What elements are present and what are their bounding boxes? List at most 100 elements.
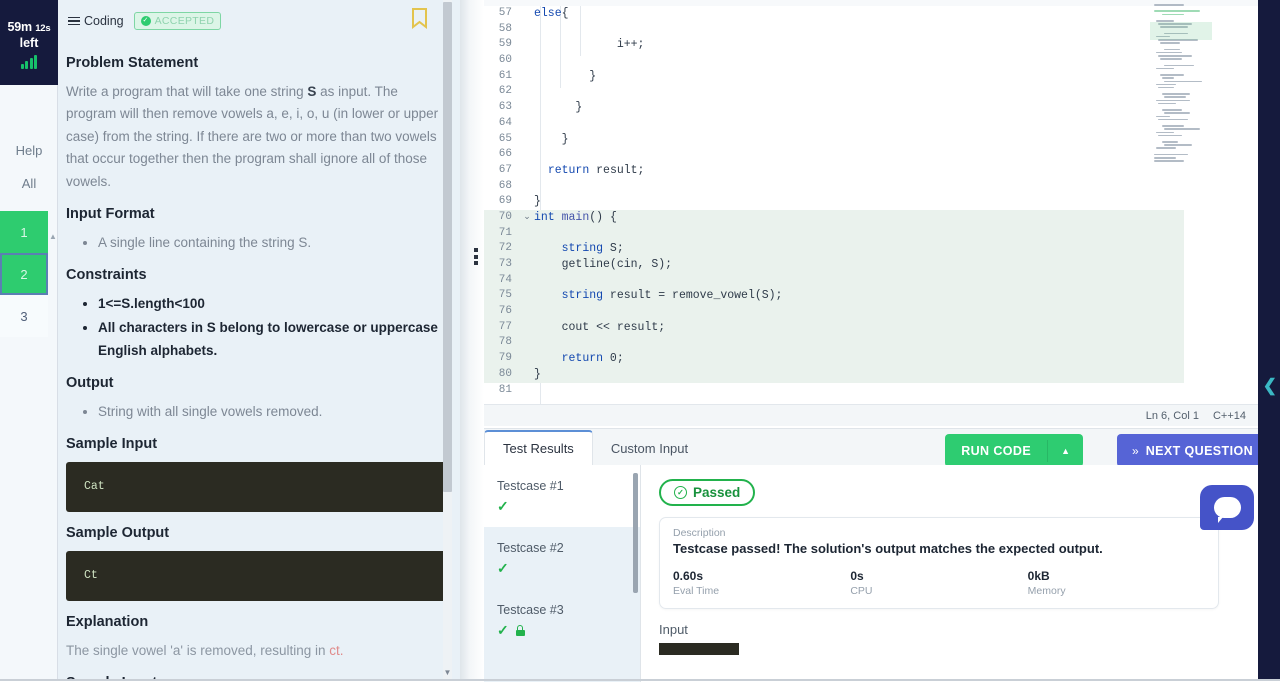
output-list: String with all single vowels removed. <box>66 401 446 424</box>
tab-custom-input[interactable]: Custom Input <box>593 432 706 465</box>
input-value-box <box>659 643 739 655</box>
left-rail: 59m 12s left Help All 1 2 3 ▲ <box>0 0 58 681</box>
code-line[interactable]: 66 <box>484 147 1184 163</box>
language-indicator[interactable]: C++14 <box>1213 410 1246 422</box>
all-filter-link[interactable]: All <box>0 170 58 197</box>
code-line[interactable]: 63 } <box>484 100 1184 116</box>
question-button-1[interactable]: 1 <box>0 211 48 253</box>
code-line[interactable]: 74 <box>484 272 1184 289</box>
cursor-position[interactable]: Ln 6, Col 1 <box>1146 410 1199 422</box>
testcase-scrollbar-thumb[interactable] <box>633 473 638 593</box>
code-text: } <box>534 69 597 83</box>
heading-sample-output-1: Sample Output <box>66 525 170 541</box>
description-text: Testcase passed! The solution's output m… <box>673 541 1103 556</box>
code-editor[interactable]: 57 else{58 59 i++; 60 61 } 62 63 } 64 65 } 66 67 r… <box>484 0 1280 404</box>
code-line[interactable]: 76 <box>484 304 1184 320</box>
chevron-left-icon[interactable]: ❮ <box>1263 376 1277 396</box>
code-lines[interactable]: 57 else{58 59 i++; 60 61 } 62 63 } 64 65 } 66 67 r… <box>484 6 1184 404</box>
double-chevron-right-icon: » <box>1132 443 1139 458</box>
list-item: String with all single vowels removed. <box>98 401 446 424</box>
problem-body: Problem Statement Write a program that w… <box>58 38 460 681</box>
exam-timer: 59m 12s left <box>0 0 58 85</box>
code-text: } <box>534 367 541 381</box>
stat-value: 0s <box>850 569 864 583</box>
code-text: else{ <box>534 7 569 20</box>
status-badge: ✓ ACCEPTED <box>133 12 222 30</box>
code-text: i++; <box>534 38 645 52</box>
result-detail: ✓ Passed Description Testcase passed! Th… <box>641 465 1280 682</box>
code-text: string result = remove_vowel(S); <box>561 289 783 303</box>
testcase-item-2[interactable]: Testcase #2 ✓ <box>484 527 640 589</box>
code-line[interactable]: 70 ⌄ int main() { <box>484 209 1184 226</box>
panel-splitter[interactable] <box>460 0 484 681</box>
scroll-down-icon[interactable]: ▼ <box>443 668 452 677</box>
sample-output-1-box: Ct <box>66 550 446 601</box>
code-line[interactable]: 60 <box>484 53 1184 69</box>
question-button-3[interactable]: 3 <box>0 295 48 337</box>
results-panel: Test Results Custom Input RUN CODE ▲ » N… <box>484 428 1280 682</box>
timer-remaining: 59m 12s <box>8 20 51 34</box>
input-section-label: Input <box>659 622 688 637</box>
line-number: 68 <box>498 179 512 192</box>
code-line[interactable]: 69} <box>484 194 1184 210</box>
code-line[interactable]: 57 else{ <box>484 6 1184 22</box>
code-line[interactable]: 72 string S; <box>484 241 1184 257</box>
code-line[interactable]: 79 return 0; <box>484 351 1184 367</box>
code-text: return 0; <box>561 352 624 366</box>
heading-input-format: Input Format <box>66 206 155 222</box>
tab-test-results[interactable]: Test Results <box>484 430 593 465</box>
list-item: All characters in S belong to lowercase … <box>98 317 446 362</box>
stat-cpu: 0s CPU <box>850 569 1027 597</box>
splitter-drag-handle[interactable] <box>474 248 478 265</box>
testcase-item-3[interactable]: Testcase #3 ✓ <box>484 589 640 651</box>
line-number: 62 <box>498 85 512 98</box>
lock-icon <box>515 625 525 636</box>
code-line[interactable]: 80} <box>484 366 1184 383</box>
code-line[interactable]: 61 } <box>484 69 1184 85</box>
description-card: Description Testcase passed! The solutio… <box>659 517 1219 609</box>
code-line[interactable]: 68 <box>484 179 1184 195</box>
minimap-viewport[interactable] <box>1150 22 1212 40</box>
testcase-item-1[interactable]: Testcase #1 ✓ <box>484 465 640 527</box>
hamburger-icon[interactable] <box>68 15 80 28</box>
line-number: 67 <box>498 163 512 176</box>
next-question-button[interactable]: » NEXT QUESTION <box>1117 434 1268 467</box>
code-fold-icon[interactable]: ⌄ <box>520 210 534 226</box>
line-number: 71 <box>498 226 512 239</box>
question-scroll-up-icon[interactable]: ▲ <box>49 232 57 241</box>
code-line[interactable]: 59 i++; <box>484 37 1184 53</box>
code-line[interactable]: 73 getline(cin, S); <box>484 257 1184 273</box>
code-text: return result; <box>547 163 645 177</box>
line-number: 73 <box>498 258 512 270</box>
line-number: 58 <box>498 22 512 35</box>
bookmark-icon[interactable] <box>411 8 428 34</box>
problem-scrollbar-thumb[interactable] <box>443 2 452 492</box>
chat-bubble-icon[interactable] <box>1200 485 1254 530</box>
code-line[interactable]: 62 <box>484 84 1184 100</box>
code-line[interactable]: 77 cout << result; <box>484 319 1184 336</box>
code-line[interactable]: 81 <box>484 383 1184 399</box>
problem-statement-text: Write a program that will take one strin… <box>66 83 439 189</box>
problem-header: Coding ✓ ACCEPTED <box>58 0 460 38</box>
check-icon: ✓ <box>497 622 509 638</box>
line-number: 66 <box>498 148 512 161</box>
code-line[interactable]: 65 } <box>484 132 1184 148</box>
code-line[interactable]: 71 <box>484 225 1184 242</box>
question-button-2[interactable]: 2 <box>0 253 48 295</box>
sample-input-1-box: Cat <box>66 461 446 512</box>
stat-key: CPU <box>850 585 873 597</box>
code-line[interactable]: 78 <box>484 335 1184 352</box>
code-line[interactable]: 64 <box>484 116 1184 132</box>
question-list: 1 2 3 <box>0 211 57 337</box>
line-number: 60 <box>498 54 512 67</box>
line-number: 63 <box>498 101 512 114</box>
caret-up-icon[interactable]: ▲ <box>1048 446 1083 456</box>
code-line[interactable]: 58 <box>484 22 1184 38</box>
code-line[interactable]: 67 return result; <box>484 163 1184 179</box>
run-code-button[interactable]: RUN CODE ▲ <box>945 434 1083 467</box>
code-line[interactable]: 75 string result = remove_vowel(S); <box>484 288 1184 305</box>
line-number: 72 <box>498 242 512 255</box>
help-link[interactable]: Help <box>0 137 58 164</box>
right-edge-rail <box>1258 0 1280 681</box>
run-code-label: RUN CODE <box>961 443 1032 458</box>
